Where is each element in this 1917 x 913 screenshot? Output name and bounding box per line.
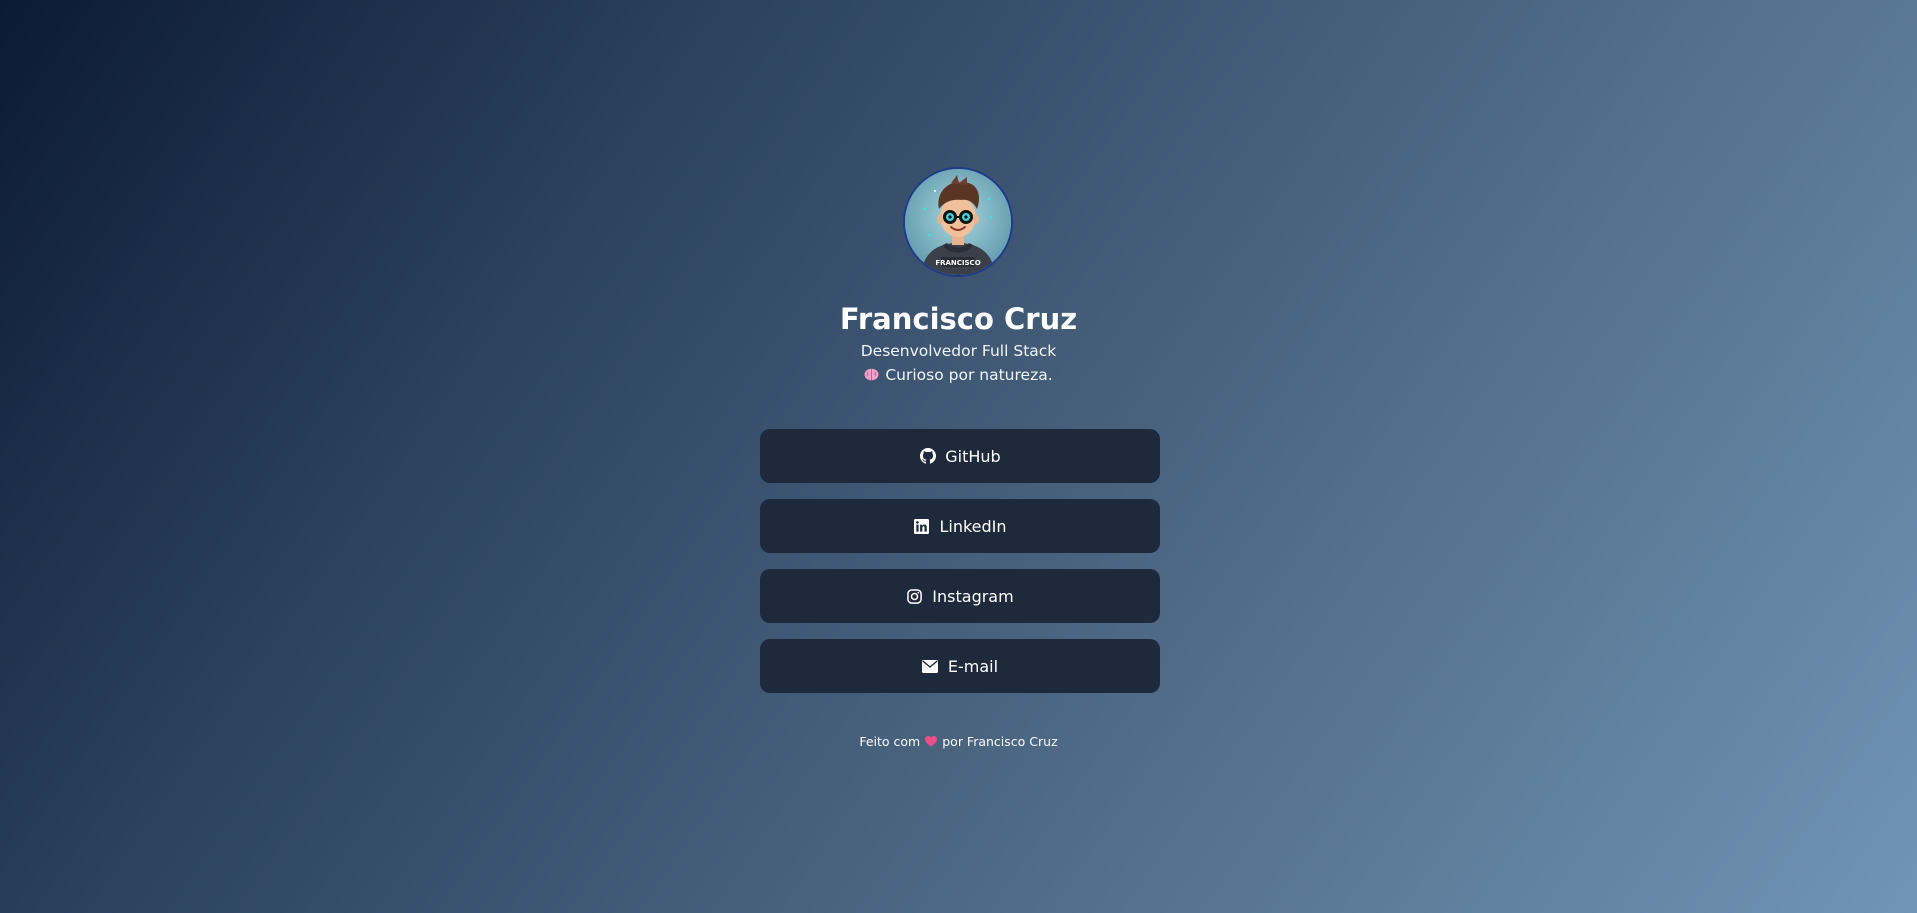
email-label: E-mail bbox=[947, 656, 999, 676]
avatar-caption: FRANCISCO bbox=[935, 259, 980, 267]
github-link-button[interactable]: GitHub bbox=[760, 429, 1160, 483]
profile-page: FRANCISCO Francisco Cruz Desenvolvedor F… bbox=[0, 0, 1917, 913]
heart-icon bbox=[925, 734, 938, 752]
github-icon bbox=[919, 448, 936, 465]
footer-suffix: por Francisco Cruz bbox=[942, 734, 1058, 749]
email-link-button[interactable]: E-mail bbox=[760, 639, 1160, 693]
profile-role: Desenvolvedor Full Stack bbox=[860, 342, 1057, 360]
profile-name: Francisco Cruz bbox=[839, 302, 1078, 336]
avatar: FRANCISCO bbox=[903, 167, 1013, 277]
brain-icon bbox=[864, 365, 879, 387]
linkedin-icon bbox=[913, 518, 930, 535]
instagram-link-button[interactable]: Instagram bbox=[760, 569, 1160, 623]
github-label: GitHub bbox=[945, 446, 1001, 466]
footer-prefix: Feito com bbox=[859, 734, 921, 749]
linkedin-link-button[interactable]: LinkedIn bbox=[760, 499, 1160, 553]
tagline-text: Curioso por natureza. bbox=[885, 366, 1053, 384]
instagram-label: Instagram bbox=[932, 586, 1014, 606]
mail-icon bbox=[922, 658, 939, 675]
instagram-icon bbox=[906, 588, 923, 605]
social-links: GitHub LinkedIn Instagram E-mail bbox=[760, 429, 1160, 709]
avatar-illustration: FRANCISCO bbox=[905, 169, 1011, 275]
linkedin-label: LinkedIn bbox=[939, 516, 1007, 536]
footer: Feito com por Francisco Cruz bbox=[0, 733, 1917, 752]
profile-tagline: Curioso por natureza. bbox=[0, 364, 1917, 387]
